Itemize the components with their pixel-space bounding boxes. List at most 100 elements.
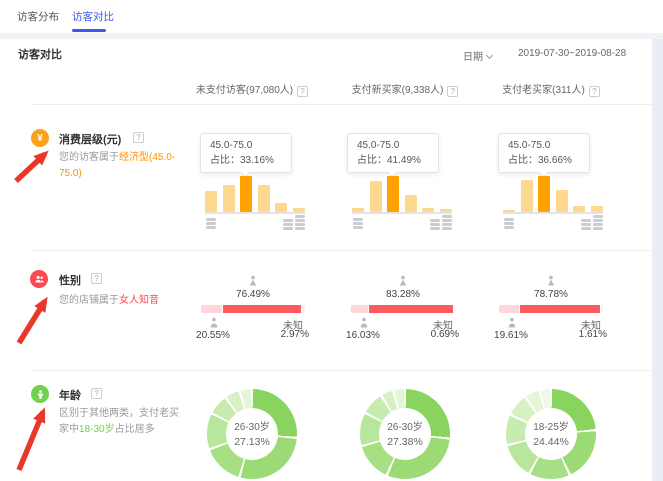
description-text: 您的访客属于 <box>59 152 119 163</box>
help-icon[interactable]: ? <box>297 86 308 97</box>
tab-bar: 访客分布 访客对比 <box>0 0 663 33</box>
consumption-bar[interactable] <box>538 176 550 212</box>
tooltip-range: 45.0-75.0 <box>357 138 429 153</box>
gender-stacked-bar[interactable] <box>201 305 305 313</box>
help-icon[interactable]: ? <box>589 86 600 97</box>
low-spend-coins-icon <box>504 218 514 229</box>
age-person-icon <box>31 385 49 403</box>
consumption-bar[interactable] <box>275 203 287 212</box>
donut-center-value: 27.13% <box>207 436 297 448</box>
gender-chart-unpaid-visitors: 76.49% 20.55% 未知 2.97% <box>201 274 305 342</box>
consumption-bar[interactable] <box>521 180 533 212</box>
gender-segment-female[interactable] <box>368 305 455 313</box>
gender-segment-male[interactable] <box>351 305 368 313</box>
consumption-bars[interactable] <box>352 176 452 212</box>
help-icon[interactable]: ? <box>91 388 102 399</box>
consumption-bars[interactable] <box>503 176 603 212</box>
gender-segment-unknown[interactable] <box>302 305 305 313</box>
gender-segment-female[interactable] <box>519 305 601 313</box>
donut-center-label: 26-30岁 <box>207 418 297 433</box>
separator <box>31 250 651 251</box>
tooltip-label: 占比： <box>508 155 538 166</box>
page-background-strip <box>652 39 663 481</box>
consumption-bar[interactable] <box>556 190 568 212</box>
column-title: 支付新买家(9,338人) <box>352 85 444 96</box>
gender-segment-male[interactable] <box>499 305 519 313</box>
female-percent: 76.49% <box>201 289 305 300</box>
consumption-bar[interactable] <box>240 176 252 212</box>
consumption-bar[interactable] <box>387 176 399 212</box>
chart-tooltip: 45.0-75.0 占比：41.49% <box>347 133 439 173</box>
active-tab-underline <box>72 29 106 32</box>
consumption-chart-returning-buyers: 45.0-75.0 占比：36.66% <box>503 130 603 242</box>
consumption-row-title: 消费层级(元) <box>59 131 121 147</box>
gender-stacked-bar[interactable] <box>499 305 603 313</box>
low-spend-coins-icon <box>353 218 363 229</box>
age-chart-unpaid-visitors: 26-30岁 27.13% <box>207 389 297 481</box>
female-percent: 78.78% <box>499 289 603 300</box>
female-icon <box>201 275 305 290</box>
gender-chart-new-buyers: 83.28% 16.03% 未知 0.69% <box>351 274 455 342</box>
visitor-analytics-screen: 访客分布 访客对比 访客对比 日期 2019-07-30~2019-08-28 … <box>0 0 663 481</box>
help-icon[interactable]: ? <box>133 132 144 143</box>
tab-visitor-distribution[interactable]: 访客分布 <box>17 9 59 24</box>
high-spend-coins-icon <box>430 215 452 230</box>
chevron-down-icon <box>486 52 493 59</box>
low-spend-coins-icon <box>206 218 216 229</box>
gender-segment-female[interactable] <box>222 305 302 313</box>
gender-segment-male[interactable] <box>201 305 222 313</box>
description-highlight: 女人知音 <box>119 295 159 306</box>
donut-center-label: 26-30岁 <box>360 418 450 433</box>
tab-visitor-comparison[interactable]: 访客对比 <box>72 9 114 24</box>
tooltip-value: 36.66% <box>538 155 572 166</box>
consumption-bar[interactable] <box>223 185 235 212</box>
age-row-title: 年龄 <box>59 387 81 403</box>
high-spend-coins-icon <box>581 215 603 230</box>
separator <box>31 104 651 105</box>
male-percent: 16.03% <box>339 330 387 341</box>
description-text: 您的店铺属于 <box>59 295 119 306</box>
gender-segment-unknown[interactable] <box>601 305 603 313</box>
x-axis <box>205 212 305 214</box>
unknown-percent: 0.69% <box>431 329 459 340</box>
date-filter-label: 日期 <box>463 52 483 63</box>
gender-chart-returning-buyers: 78.78% 19.61% 未知 1.61% <box>499 274 603 342</box>
description-text: 占比居多 <box>115 424 155 435</box>
consumption-bar[interactable] <box>205 191 217 212</box>
gender-row-description: 您的店铺属于女人知音 <box>59 293 201 309</box>
age-row-description: 区别于其他两类，支付老买家中18-30岁占比居多 <box>59 406 180 438</box>
separator <box>31 370 651 371</box>
consumption-bar[interactable] <box>370 181 382 212</box>
description-highlight: 18-30岁 <box>79 424 115 435</box>
panel-title: 访客对比 <box>18 46 62 62</box>
date-filter-dropdown[interactable]: 日期 <box>463 48 492 63</box>
date-range-value[interactable]: 2019-07-30~2019-08-28 <box>518 48 626 59</box>
donut-hole <box>379 408 431 460</box>
x-axis <box>503 212 603 214</box>
column-header-returning-buyers: 支付老买家(311人)? <box>461 81 641 97</box>
tooltip-range: 45.0-75.0 <box>210 138 282 153</box>
tooltip-value: 41.49% <box>387 155 421 166</box>
tooltip-label: 占比： <box>357 155 387 166</box>
female-icon <box>351 275 455 290</box>
tooltip-value: 33.16% <box>240 155 274 166</box>
female-icon <box>499 275 603 290</box>
help-icon[interactable]: ? <box>447 86 458 97</box>
consumption-row-description: 您的访客属于经济型(45.0-75.0) <box>59 150 185 182</box>
tooltip-range: 45.0-75.0 <box>508 138 580 153</box>
male-percent: 20.55% <box>189 330 237 341</box>
consumption-chart-unpaid-visitors: 45.0-75.0 占比：33.16% <box>205 130 305 242</box>
consumption-chart-new-buyers: 45.0-75.0 占比：41.49% <box>352 130 452 242</box>
chart-tooltip: 45.0-75.0 占比：36.66% <box>498 133 590 173</box>
unknown-percent: 2.97% <box>281 329 309 340</box>
consumption-bar[interactable] <box>405 195 417 212</box>
female-percent: 83.28% <box>351 289 455 300</box>
consumption-bar[interactable] <box>258 185 270 212</box>
consumption-bars[interactable] <box>205 176 305 212</box>
gender-stacked-bar[interactable] <box>351 305 455 313</box>
gender-row-title: 性别 <box>59 272 81 288</box>
gender-segment-unknown[interactable] <box>454 305 455 313</box>
age-chart-new-buyers: 26-30岁 27.38% <box>360 389 450 481</box>
help-icon[interactable]: ? <box>91 273 102 284</box>
age-chart-returning-buyers: 18-25岁 24.44% <box>506 389 596 481</box>
